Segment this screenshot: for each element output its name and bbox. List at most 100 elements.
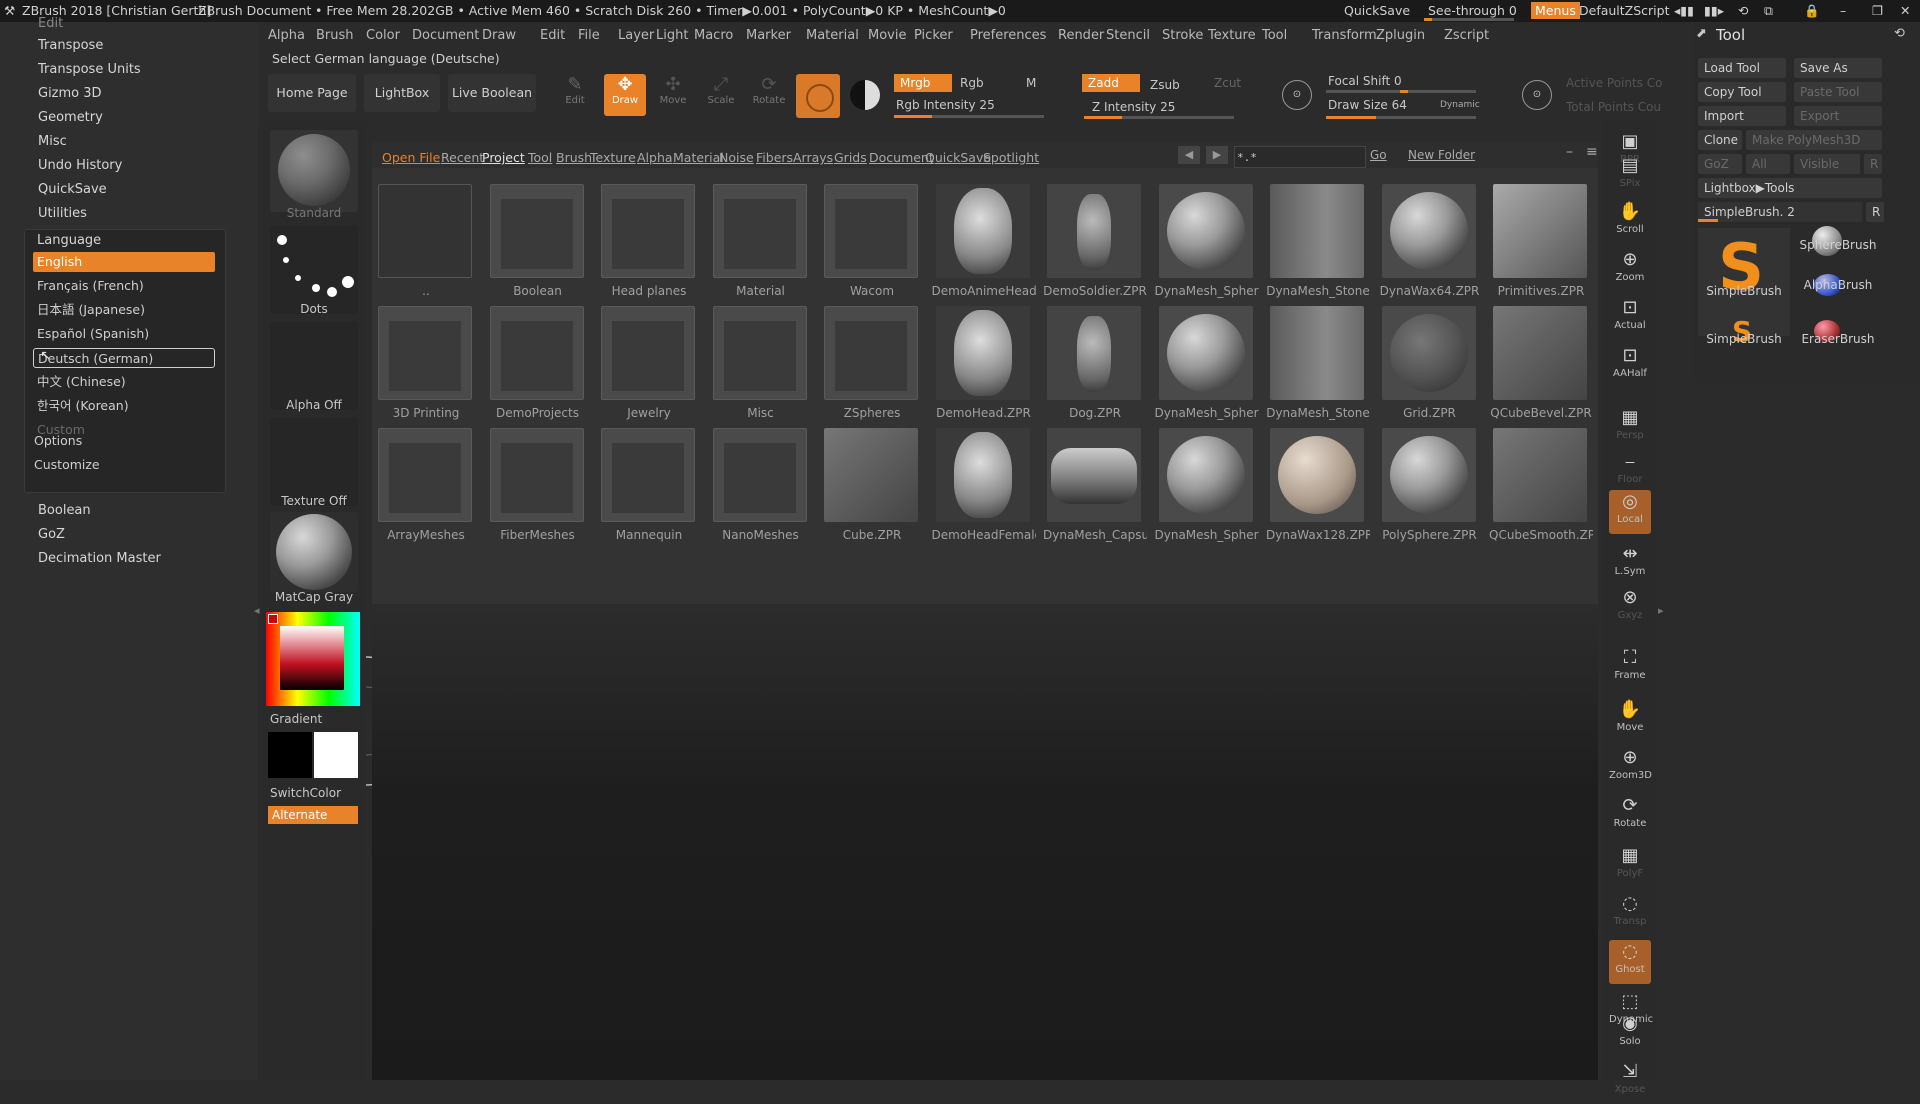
language-item-0[interactable]: English xyxy=(33,252,215,272)
browser-item[interactable]: Grid.ZPR xyxy=(1378,306,1482,426)
refresh-icon[interactable]: ⟲ xyxy=(1738,3,1748,18)
z-intensity-slider[interactable]: Z Intensity 25 xyxy=(1092,100,1175,114)
tab-quicksave[interactable]: QuickSave xyxy=(925,150,991,165)
texture-thumb[interactable] xyxy=(270,418,358,506)
draw-button[interactable]: ✥ Draw xyxy=(604,74,646,116)
color-picker[interactable] xyxy=(266,612,360,706)
seethrough-slider[interactable]: See-through 0 xyxy=(1428,3,1517,18)
pin-icon[interactable]: ⬈ xyxy=(1696,26,1707,41)
goz-r-button[interactable]: R xyxy=(1864,154,1882,174)
browser-item[interactable]: .. xyxy=(374,184,478,304)
minimize-icon[interactable]: – xyxy=(1840,3,1846,18)
rgb-intensity-slider[interactable]: Rgb Intensity 25 xyxy=(896,98,995,112)
left-item-gizmo-3d[interactable]: Gizmo 3D xyxy=(38,86,102,101)
right-polyf-button[interactable]: ▦ PolyF xyxy=(1609,844,1651,888)
language-item-3[interactable]: Español (Spanish) xyxy=(33,324,215,344)
back-arrow-icon[interactable]: ◀ xyxy=(1178,146,1200,164)
tab-spotlight[interactable]: Spotlight xyxy=(983,150,1039,165)
secondary-color-swatch[interactable] xyxy=(268,732,312,778)
browser-item[interactable]: Misc xyxy=(709,306,813,426)
paste-tool-button[interactable]: Paste Tool xyxy=(1794,82,1882,102)
browser-item[interactable]: ArrayMeshes xyxy=(374,428,478,548)
menu-file[interactable]: File xyxy=(578,28,600,43)
language-item-6[interactable]: 한국어 (Korean) xyxy=(33,396,215,416)
menu-edit[interactable]: Edit xyxy=(540,28,565,43)
new-folder-button[interactable]: New Folder xyxy=(1408,148,1475,162)
rotate-button[interactable]: ⟳ Rotate xyxy=(748,74,790,116)
color-sphere-icon[interactable] xyxy=(850,80,880,110)
menu-texture[interactable]: Texture xyxy=(1208,28,1256,43)
tab-material[interactable]: Material xyxy=(673,150,724,165)
language-item-1[interactable]: Français (French) xyxy=(33,276,215,296)
visible-button[interactable]: Visible xyxy=(1794,154,1860,174)
menu-macro[interactable]: Macro xyxy=(694,28,733,43)
browser-item[interactable]: Dog.ZPR xyxy=(1043,306,1147,426)
left-item-undo-history[interactable]: Undo History xyxy=(38,158,122,173)
browser-item[interactable]: Mannequin xyxy=(597,428,701,548)
browser-item[interactable]: Cube.ZPR xyxy=(820,428,924,548)
right-zoom-button[interactable]: ⊕ Zoom xyxy=(1609,248,1651,292)
menu-document[interactable]: Document xyxy=(412,28,479,43)
close-icon[interactable]: ✕ xyxy=(1900,3,1910,18)
menu-browser-icon[interactable]: ≡ xyxy=(1586,144,1598,160)
layout-icon[interactable]: ◂▮▮ xyxy=(1674,3,1694,18)
lightbox-button[interactable]: LightBox xyxy=(364,74,440,112)
mrgb-button[interactable]: Mrgb xyxy=(894,74,952,92)
left-item-boolean[interactable]: Boolean xyxy=(38,503,91,518)
left-item-geometry[interactable]: Geometry xyxy=(38,110,103,125)
browser-item[interactable]: DynaMesh_Stone xyxy=(1266,184,1370,304)
browser-item[interactable]: Primitives.ZPR xyxy=(1489,184,1593,304)
browser-item[interactable]: FiberMeshes xyxy=(486,428,590,548)
menu-picker[interactable]: Picker xyxy=(914,28,953,43)
right-gxyz-button[interactable]: ⊗ Gxyz xyxy=(1609,586,1651,630)
tab-noise[interactable]: Noise xyxy=(719,150,754,165)
tool-r-button[interactable]: R xyxy=(1866,202,1884,222)
goz-button[interactable]: GoZ xyxy=(1698,154,1742,174)
forward-arrow-icon[interactable]: ▶ xyxy=(1206,146,1228,164)
left-item-misc[interactable]: Misc xyxy=(38,134,67,149)
browser-item[interactable]: QCubeBevel.ZPR xyxy=(1489,306,1593,426)
menu-layer[interactable]: Layer xyxy=(618,28,654,43)
menu-light[interactable]: Light xyxy=(656,28,688,43)
browser-item[interactable]: Boolean xyxy=(486,184,590,304)
menu-zscript[interactable]: Zscript xyxy=(1444,28,1489,43)
symmetry-d-icon[interactable]: ⊙ xyxy=(1522,80,1552,110)
browser-item[interactable]: ZSpheres xyxy=(820,306,924,426)
alternate-button[interactable]: Alternate xyxy=(268,806,358,824)
zsub-button[interactable]: Zsub xyxy=(1150,78,1180,92)
left-item-utilities[interactable]: Utilities xyxy=(38,206,87,221)
menu-zplugin[interactable]: Zplugin xyxy=(1376,28,1425,43)
menu-tool[interactable]: Tool xyxy=(1262,28,1287,43)
browser-item[interactable]: Material xyxy=(709,184,813,304)
right-persp-button[interactable]: ▦ Persp xyxy=(1609,406,1651,450)
material-sphere-icon[interactable] xyxy=(796,74,840,118)
tab-texture[interactable]: Texture xyxy=(590,150,636,165)
right-lsym-button[interactable]: ⇹ L.Sym xyxy=(1609,542,1651,586)
right-actual-button[interactable]: ⊡ Actual xyxy=(1609,296,1651,340)
restore-icon[interactable]: ❐ xyxy=(1872,3,1883,18)
language-item-2[interactable]: 日本語 (Japanese) xyxy=(33,300,215,320)
menus-toggle[interactable]: Menus xyxy=(1531,2,1580,19)
import-button[interactable]: Import xyxy=(1698,106,1786,126)
browser-item[interactable]: DynaMesh_Sphere xyxy=(1155,428,1259,548)
collapse-left-icon[interactable]: ◂ xyxy=(254,604,260,617)
minimize-browser-icon[interactable]: – xyxy=(1566,144,1573,160)
right-spix-button[interactable]: ▤ SPix xyxy=(1609,154,1651,198)
menu-preferences[interactable]: Preferences xyxy=(970,28,1046,43)
clone-button[interactable]: Clone xyxy=(1698,130,1742,150)
matcap-thumb[interactable] xyxy=(270,512,358,592)
lightbox-tools-button[interactable]: Lightbox▶Tools xyxy=(1698,178,1882,198)
zcut-button[interactable]: Zcut xyxy=(1214,76,1241,90)
left-item-goz[interactable]: GoZ xyxy=(38,527,65,542)
right-local-button[interactable]: ◎ Local xyxy=(1609,490,1651,534)
right-transp-button[interactable]: ◌ Transp xyxy=(1609,892,1651,936)
left-item-decimation-master[interactable]: Decimation Master xyxy=(38,551,161,566)
browser-item[interactable]: DemoHead.ZPR xyxy=(932,306,1036,426)
dynamic-toggle[interactable]: Dynamic xyxy=(1440,100,1480,110)
browser-item[interactable]: DynaMesh_Sphere xyxy=(1155,184,1259,304)
right-zoom3d-button[interactable]: ⊕ Zoom3D xyxy=(1609,746,1652,790)
menu-material[interactable]: Material xyxy=(806,28,859,43)
layout2-icon[interactable]: ▮▮▸ xyxy=(1704,3,1724,18)
collapse-right-icon[interactable]: ▸ xyxy=(1658,604,1664,617)
canvas-area[interactable] xyxy=(372,604,1598,1080)
